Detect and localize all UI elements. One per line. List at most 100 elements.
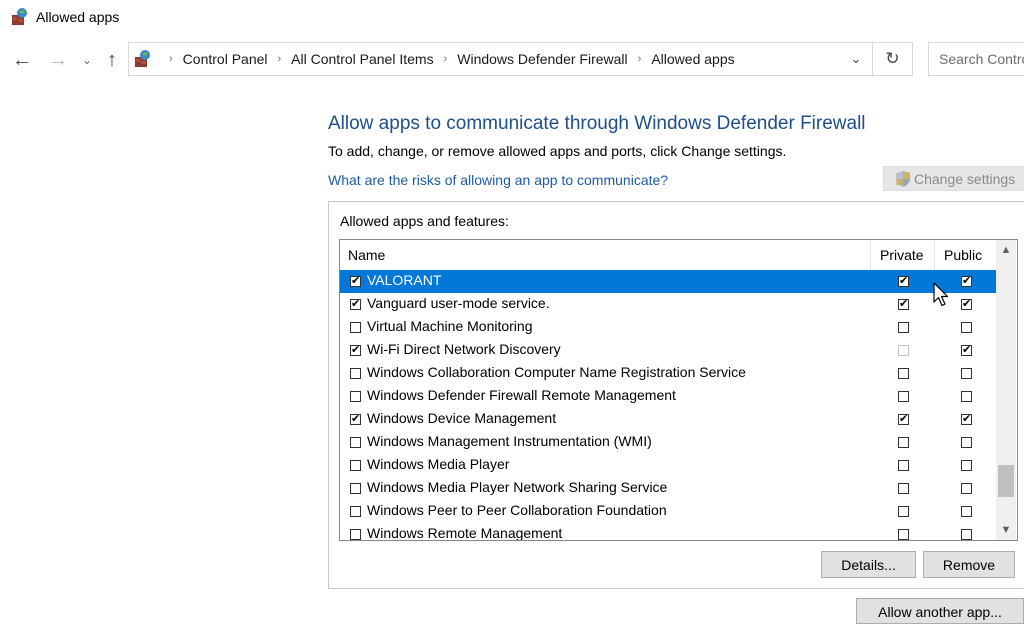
enabled-checkbox[interactable] xyxy=(350,506,361,517)
instructions-text: To add, change, or remove allowed apps a… xyxy=(328,143,787,159)
app-name: Virtual Machine Monitoring xyxy=(367,318,533,334)
public-checkbox[interactable] xyxy=(961,322,972,333)
column-header-private[interactable]: Private xyxy=(880,247,924,263)
list-item[interactable]: Virtual Machine Monitoring xyxy=(340,316,996,339)
remove-button[interactable]: Remove xyxy=(923,551,1015,578)
list-item[interactable]: Windows Collaboration Computer Name Regi… xyxy=(340,362,996,385)
column-header-public[interactable]: Public xyxy=(944,247,982,263)
breadcrumb-firewall[interactable]: Windows Defender Firewall xyxy=(457,51,627,67)
breadcrumb-all-items[interactable]: All Control Panel Items xyxy=(291,51,433,67)
private-checkbox[interactable] xyxy=(898,368,909,379)
private-checkbox[interactable] xyxy=(898,322,909,333)
app-name: VALORANT xyxy=(367,272,442,288)
enabled-checkbox[interactable]: ✔ xyxy=(350,345,361,356)
private-checkbox[interactable] xyxy=(898,483,909,494)
recent-locations-button[interactable]: ⌄ xyxy=(78,48,96,72)
public-checkbox[interactable]: ✔ xyxy=(961,414,972,425)
app-name: Windows Remote Management xyxy=(367,525,563,541)
enabled-checkbox[interactable]: ✔ xyxy=(350,414,361,425)
private-checkbox[interactable] xyxy=(898,506,909,517)
column-divider[interactable] xyxy=(934,240,935,270)
list-item[interactable]: Windows Defender Firewall Remote Managem… xyxy=(340,385,996,408)
private-checkbox[interactable] xyxy=(898,437,909,448)
search-box[interactable] xyxy=(928,42,1024,76)
list-item[interactable]: Windows Peer to Peer Collaboration Found… xyxy=(340,500,996,523)
public-checkbox[interactable] xyxy=(961,391,972,402)
control-panel-icon xyxy=(135,50,150,67)
column-divider[interactable] xyxy=(870,240,871,270)
breadcrumb-allowed-apps[interactable]: Allowed apps xyxy=(651,51,734,67)
triangle-down-icon: ▼ xyxy=(1000,524,1012,536)
list-item[interactable]: ✔ Wi-Fi Direct Network Discovery ✔ xyxy=(340,339,996,362)
page-title: Allow apps to communicate through Window… xyxy=(328,113,866,134)
public-checkbox[interactable]: ✔ xyxy=(961,299,972,310)
enabled-checkbox[interactable] xyxy=(350,391,361,402)
list-item[interactable]: ✔ VALORANT ✔ ✔ xyxy=(340,270,996,293)
scroll-up-button[interactable]: ▲ xyxy=(996,240,1016,260)
change-settings-button[interactable]: Change settings xyxy=(883,166,1024,191)
public-checkbox[interactable] xyxy=(961,483,972,494)
app-name: Windows Peer to Peer Collaboration Found… xyxy=(367,502,667,518)
back-button[interactable]: ← xyxy=(10,48,34,72)
enabled-checkbox[interactable] xyxy=(350,437,361,448)
scroll-down-button[interactable]: ▼ xyxy=(996,520,1016,540)
private-checkbox[interactable] xyxy=(898,391,909,402)
public-checkbox[interactable] xyxy=(961,529,972,540)
column-header-name[interactable]: Name xyxy=(348,247,385,263)
address-bar[interactable]: › Control Panel › All Control Panel Item… xyxy=(128,42,873,76)
breadcrumb-separator: › xyxy=(277,53,282,65)
group-label: Allowed apps and features: xyxy=(340,213,509,229)
search-input[interactable] xyxy=(929,43,1024,75)
private-checkbox[interactable] xyxy=(898,529,909,540)
list-header: Name Private Public xyxy=(340,240,995,271)
scrollbar-thumb[interactable] xyxy=(998,465,1014,497)
breadcrumb-control-panel[interactable]: Control Panel xyxy=(183,51,268,67)
allow-another-app-button[interactable]: Allow another app... xyxy=(856,598,1024,624)
list-item[interactable]: Windows Media Player Network Sharing Ser… xyxy=(340,477,996,500)
breadcrumb-separator: › xyxy=(443,53,448,65)
app-name: Windows Collaboration Computer Name Regi… xyxy=(367,364,746,380)
chevron-down-icon: ⌄ xyxy=(81,53,93,67)
enabled-checkbox[interactable] xyxy=(350,322,361,333)
arrow-up-icon: ↑ xyxy=(107,48,117,71)
public-checkbox[interactable] xyxy=(961,368,972,379)
list-item[interactable]: Windows Remote Management xyxy=(340,523,996,541)
app-name: Wi-Fi Direct Network Discovery xyxy=(367,341,561,357)
private-checkbox[interactable]: ✔ xyxy=(898,276,909,287)
risks-link[interactable]: What are the risks of allowing an app to… xyxy=(328,172,668,188)
details-button[interactable]: Details... xyxy=(821,551,916,578)
refresh-button[interactable]: ↻ xyxy=(873,42,913,76)
list-item[interactable]: ✔ Windows Device Management ✔ ✔ xyxy=(340,408,996,431)
control-panel-icon xyxy=(12,8,27,25)
arrow-right-icon: → xyxy=(48,48,68,71)
vertical-scrollbar[interactable]: ▲ ▼ xyxy=(996,240,1016,540)
triangle-up-icon: ▲ xyxy=(1000,244,1012,256)
public-checkbox[interactable]: ✔ xyxy=(961,345,972,356)
address-dropdown-button[interactable]: ⌄ xyxy=(846,49,866,69)
list-item[interactable]: Windows Management Instrumentation (WMI) xyxy=(340,431,996,454)
refresh-icon: ↻ xyxy=(885,49,900,68)
enabled-checkbox[interactable] xyxy=(350,368,361,379)
list-item[interactable]: ✔ Vanguard user-mode service. ✔ ✔ xyxy=(340,293,996,316)
up-button[interactable]: ↑ xyxy=(100,48,124,72)
enabled-checkbox[interactable]: ✔ xyxy=(350,299,361,310)
app-name: Windows Device Management xyxy=(367,410,557,426)
forward-button[interactable]: → xyxy=(46,48,70,72)
mouse-pointer-icon xyxy=(933,282,949,307)
breadcrumb-separator: › xyxy=(169,53,173,65)
public-checkbox[interactable] xyxy=(961,460,972,471)
private-checkbox[interactable] xyxy=(898,460,909,471)
private-checkbox[interactable] xyxy=(898,345,909,356)
arrow-left-icon: ← xyxy=(12,48,32,71)
allowed-apps-list[interactable]: Name Private Public ✔ VALORANT ✔ ✔ ✔ Van… xyxy=(339,239,1018,541)
private-checkbox[interactable]: ✔ xyxy=(898,299,909,310)
private-checkbox[interactable]: ✔ xyxy=(898,414,909,425)
public-checkbox[interactable]: ✔ xyxy=(961,276,972,287)
enabled-checkbox[interactable] xyxy=(350,483,361,494)
enabled-checkbox[interactable] xyxy=(350,529,361,540)
enabled-checkbox[interactable]: ✔ xyxy=(350,276,361,287)
enabled-checkbox[interactable] xyxy=(350,460,361,471)
list-item[interactable]: Windows Media Player xyxy=(340,454,996,477)
public-checkbox[interactable] xyxy=(961,506,972,517)
public-checkbox[interactable] xyxy=(961,437,972,448)
